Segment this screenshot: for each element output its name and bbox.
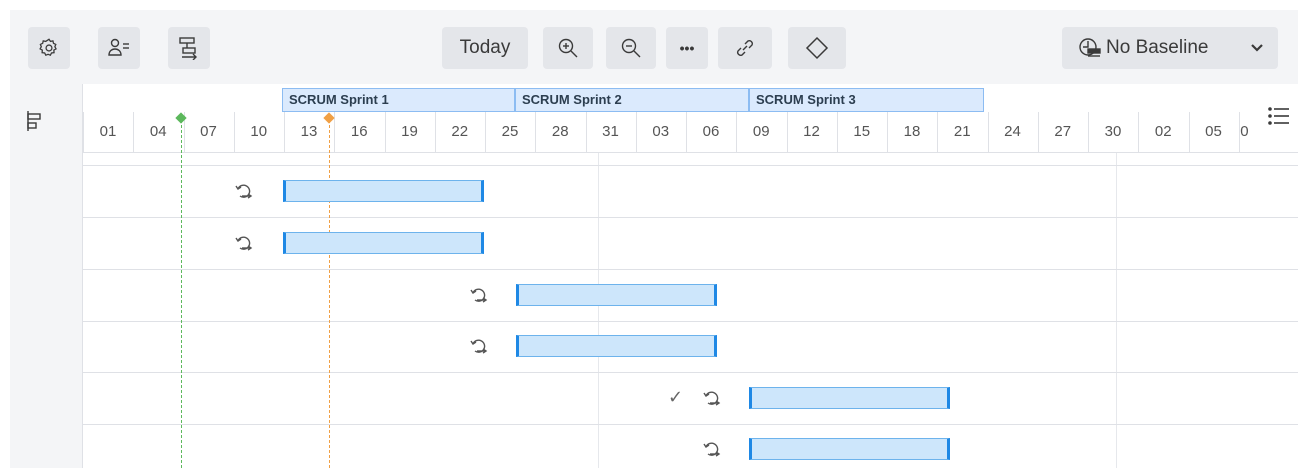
recurring-icon[interactable] [233,232,259,254]
link-icon [737,40,753,56]
day-label: 25 [501,123,519,140]
day-label: 04 [149,123,167,140]
day-label: 09 [752,123,770,140]
current-date-line [329,120,330,468]
task-bar[interactable] [516,284,717,306]
day-label: 12 [803,123,820,140]
task-bar[interactable] [749,438,950,460]
day-label: 18 [903,123,921,140]
row-divider [83,321,1298,322]
day-label: 13 [300,123,318,140]
row-divider [83,269,1298,270]
recurring-icon[interactable] [701,438,727,460]
day-label: 0 [1240,123,1249,140]
day-label: 27 [1054,123,1072,140]
day-label: 01 [99,123,117,140]
task-bar[interactable] [749,387,950,409]
day-label: 16 [350,123,368,140]
gantt-toolbar: Today ••• No Baseline [10,10,1298,84]
right-tools [1250,84,1298,152]
row-divider [83,424,1298,425]
milestone-button[interactable] [788,27,846,69]
hierarchy-button[interactable] [168,27,210,69]
gantt-structure-icon[interactable] [24,110,46,132]
gear-icon [39,38,57,57]
done-checkmark-icon: ✓ [668,387,684,407]
row-divider [83,372,1298,373]
zoom-in-button[interactable] [543,27,593,69]
today-label: Today [459,37,511,58]
left-panel [10,84,83,468]
assignees-button[interactable] [98,27,140,69]
day-label: 02 [1154,123,1172,140]
recurring-icon[interactable] [468,335,494,357]
settings-button[interactable] [28,27,70,69]
recurring-icon[interactable] [468,284,494,306]
today-line [181,120,182,468]
zoom-out-button[interactable] [606,27,656,69]
sprint-bar-1[interactable]: SCRUM Sprint 1 [282,88,515,112]
list-icon[interactable] [1268,106,1290,126]
baseline-label: No Baseline [1106,37,1209,58]
day-label: 07 [200,123,217,140]
day-label: 28 [551,123,569,140]
sprint-bar-3[interactable]: SCRUM Sprint 3 [749,88,984,112]
sprint-label: SCRUM Sprint 1 [289,92,389,107]
day-label: 03 [652,123,670,140]
sprint-label: SCRUM Sprint 3 [756,92,856,107]
day-label: 21 [953,123,971,140]
day-label: 15 [853,123,871,140]
chevron-down-icon [1251,44,1263,52]
day-label: 30 [1104,123,1122,140]
baseline-dropdown[interactable]: No Baseline [1062,27,1278,69]
more-button[interactable]: ••• [666,27,708,69]
day-label: 24 [1004,123,1021,140]
zoom-out-icon [621,38,641,58]
recurring-icon[interactable] [233,180,259,202]
day-label: 19 [401,123,418,140]
day-label: 22 [451,123,469,140]
task-bar[interactable] [516,335,717,357]
zoom-in-icon [558,38,578,58]
week-grid-line [598,153,599,468]
recurring-icon[interactable] [701,387,727,409]
baseline-icon [1079,38,1101,57]
user-list-icon [108,38,129,56]
diamond-icon [805,36,829,60]
day-label: 31 [602,123,619,140]
row-divider [83,165,1298,166]
today-button[interactable]: Today [442,27,528,69]
task-bar[interactable] [283,180,484,202]
top-margin [0,0,1298,10]
task-bar[interactable] [283,232,484,254]
day-label: 10 [250,123,268,140]
sprint-bar-2[interactable]: SCRUM Sprint 2 [515,88,749,112]
hierarchy-arrow-icon [179,37,197,60]
sprint-label: SCRUM Sprint 2 [522,92,622,107]
link-button[interactable] [718,27,772,69]
day-label: 05 [1205,123,1222,140]
row-divider [83,217,1298,218]
more-icon: ••• [679,40,695,56]
day-label: 06 [702,123,720,140]
week-grid-line [1116,153,1117,468]
